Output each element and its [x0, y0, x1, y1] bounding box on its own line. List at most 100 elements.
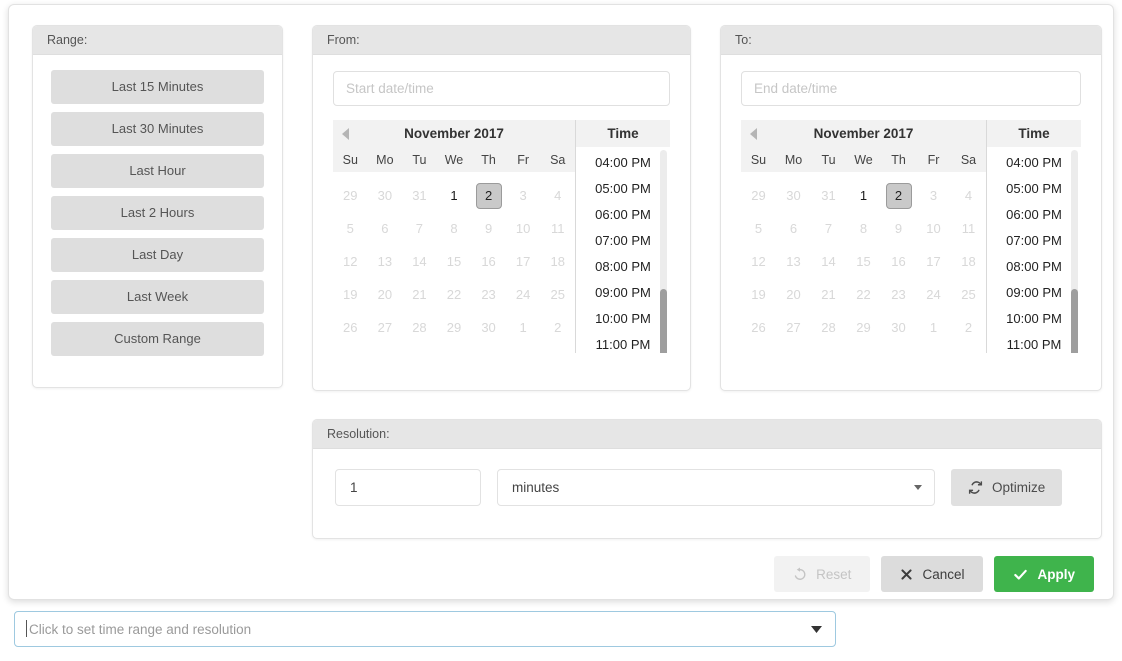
- calendar-day[interactable]: 2: [881, 179, 916, 212]
- calendar-day-label: 13: [786, 254, 801, 269]
- calendar-day-label: 17: [515, 254, 531, 269]
- time-range-picker-page: Range: Last 15 Minutes Last 30 Minutes L…: [0, 0, 1122, 661]
- calendar-day-label: 11: [550, 221, 565, 236]
- apply-button[interactable]: Apply: [994, 556, 1094, 592]
- calendar-day-label: 22: [446, 287, 462, 302]
- weekday-we: We: [444, 152, 464, 167]
- time-option[interactable]: 11:00 PM: [576, 332, 670, 353]
- time-option[interactable]: 10:00 PM: [576, 306, 670, 332]
- calendar-day: 8: [846, 212, 881, 245]
- time-option[interactable]: 09:00 PM: [987, 280, 1081, 306]
- resolution-unit-select[interactable]: minutes: [497, 469, 935, 506]
- calendar-day-label: 28: [821, 320, 836, 335]
- calendar-day[interactable]: 2: [471, 179, 506, 212]
- time-option[interactable]: 11:00 PM: [987, 332, 1081, 353]
- range-preset-last-week[interactable]: Last Week: [51, 280, 264, 314]
- from-time-header: Time: [576, 120, 670, 147]
- range-preset-last-2-hours[interactable]: Last 2 Hours: [51, 196, 264, 230]
- from-calendar-month-title: November 2017: [404, 126, 504, 141]
- to-panel: To: November 2017: [720, 25, 1102, 391]
- from-time-list[interactable]: 04:00 PM 05:00 PM 06:00 PM 07:00 PM 08:00 PM…: [576, 147, 670, 353]
- to-calendar-month-title: November 2017: [813, 126, 914, 141]
- calendar-day: 6: [368, 212, 403, 245]
- calendar-day: 13: [368, 245, 403, 278]
- calendar-day-label: 21: [821, 287, 836, 302]
- reset-button[interactable]: Reset: [774, 556, 871, 592]
- calendar-day-label: 13: [377, 254, 393, 269]
- calendar-day[interactable]: 1: [846, 179, 881, 212]
- range-panel-header: Range:: [33, 26, 282, 55]
- calendar-day: 24: [916, 278, 951, 311]
- calendar-day-label: 30: [891, 320, 906, 335]
- to-panel-body: November 2017 Su Mo Tu We Th Fr Sa 29303…: [721, 55, 1101, 369]
- time-option[interactable]: 05:00 PM: [987, 176, 1081, 202]
- time-option[interactable]: 10:00 PM: [987, 306, 1081, 332]
- time-option[interactable]: 07:00 PM: [987, 228, 1081, 254]
- time-option[interactable]: 04:00 PM: [987, 150, 1081, 176]
- start-datetime-input[interactable]: [333, 71, 670, 106]
- calendar-day[interactable]: 1: [437, 179, 472, 212]
- time-range-combo-field[interactable]: Click to set time range and resolution: [14, 611, 836, 647]
- undo-icon: [793, 567, 807, 581]
- range-preset-last-day[interactable]: Last Day: [51, 238, 264, 272]
- time-option[interactable]: 06:00 PM: [576, 202, 670, 228]
- range-preset-last-30-minutes[interactable]: Last 30 Minutes: [51, 112, 264, 146]
- calendar-day: 10: [506, 212, 541, 245]
- range-preset-last-15-minutes[interactable]: Last 15 Minutes: [51, 70, 264, 104]
- calendar-day: 21: [402, 278, 437, 311]
- time-option[interactable]: 05:00 PM: [576, 176, 670, 202]
- calendar-day: 16: [881, 245, 916, 278]
- calendar-day-label: 1: [519, 320, 527, 335]
- cancel-button[interactable]: Cancel: [881, 556, 984, 592]
- calendar-day: 29: [437, 311, 472, 344]
- resolution-unit-value: minutes: [512, 480, 560, 495]
- from-time-scrollbar-thumb[interactable]: [660, 289, 667, 353]
- to-time-list[interactable]: 04:00 PM 05:00 PM 06:00 PM 07:00 PM 08:00 PM…: [987, 147, 1081, 353]
- range-preset-last-hour[interactable]: Last Hour: [51, 154, 264, 188]
- calendar-day: 15: [437, 245, 472, 278]
- calendar-day: 21: [811, 278, 846, 311]
- calendar-day: 27: [776, 311, 811, 344]
- check-icon: [1013, 567, 1028, 582]
- calendar-day: 20: [776, 278, 811, 311]
- weekday-tu: Tu: [821, 152, 836, 167]
- calendar-day-label: 4: [554, 188, 562, 203]
- time-option[interactable]: 09:00 PM: [576, 280, 670, 306]
- resolution-panel: Resolution: minutes Optimize: [312, 419, 1102, 539]
- calendar-day: 20: [368, 278, 403, 311]
- optimize-button[interactable]: Optimize: [951, 469, 1063, 506]
- to-time-header: Time: [987, 120, 1081, 147]
- calendar-day-label: 1: [450, 188, 458, 203]
- calendar-day: 2: [540, 311, 575, 344]
- calendar-day-label: 19: [751, 287, 766, 302]
- calendar-day-label: 16: [891, 254, 906, 269]
- time-option[interactable]: 08:00 PM: [987, 254, 1081, 280]
- chevron-left-icon[interactable]: [741, 120, 767, 147]
- resolution-amount-input[interactable]: [335, 469, 481, 506]
- calendar-day: 5: [333, 212, 368, 245]
- calendar-day-label: 7: [415, 221, 424, 236]
- calendar-day: 30: [881, 311, 916, 344]
- calendar-day: 11: [540, 212, 575, 245]
- time-option[interactable]: 06:00 PM: [987, 202, 1081, 228]
- weekday-sa: Sa: [960, 152, 977, 167]
- end-datetime-input[interactable]: [741, 71, 1081, 106]
- chevron-down-icon[interactable]: [811, 620, 822, 638]
- from-panel-body: November 2017 Su Mo Tu We Th Fr Sa 29303…: [313, 55, 690, 369]
- calendar-day-label: 29: [751, 188, 766, 203]
- time-option[interactable]: 08:00 PM: [576, 254, 670, 280]
- to-time-scrollbar-thumb[interactable]: [1071, 289, 1078, 353]
- range-preset-custom-range[interactable]: Custom Range: [51, 322, 264, 356]
- from-time-column: Time 04:00 PM 05:00 PM 06:00 PM 07:00 PM 08:…: [575, 120, 670, 353]
- calendar-day-label: 2: [885, 182, 912, 209]
- calendar-day-label: 21: [412, 287, 427, 302]
- time-option[interactable]: 07:00 PM: [576, 228, 670, 254]
- calendar-day-label: 6: [789, 221, 798, 236]
- time-option[interactable]: 04:00 PM: [576, 150, 670, 176]
- calendar-day-label: 10: [926, 221, 941, 236]
- weekday-th: Th: [891, 152, 906, 167]
- calendar-day: 29: [333, 179, 368, 212]
- calendar-day: 22: [437, 278, 472, 311]
- chevron-left-icon[interactable]: [333, 120, 359, 147]
- from-calendar: November 2017 Su Mo Tu We Th Fr Sa 29 30 3…: [333, 120, 575, 353]
